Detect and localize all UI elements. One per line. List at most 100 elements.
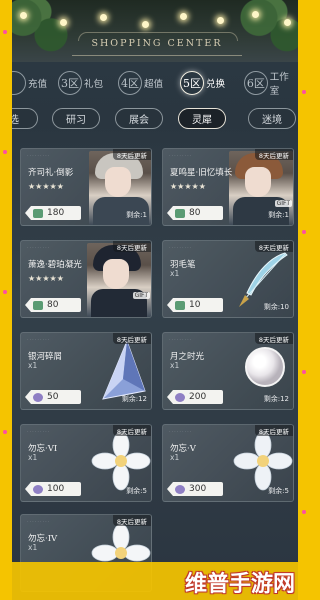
price-tag[interactable]: 10	[167, 298, 223, 312]
card-decoration: ·········	[27, 153, 51, 159]
tab-number: 4区	[118, 71, 142, 95]
tab-label: 充值	[28, 79, 48, 90]
item-quantity: x1	[170, 269, 180, 278]
price-tag[interactable]: 50	[25, 390, 81, 404]
shop-card[interactable]: ········· 月之时光 x1 8天后更新 200 剩余:12	[162, 332, 294, 410]
zone-tabs: 充值 3区 礼包 4区 超值 5区 兑换 6区 工作室	[12, 64, 298, 100]
quill-icon	[239, 252, 288, 307]
tab-label: 兑换	[206, 79, 226, 90]
tab-recharge[interactable]: 充值	[12, 68, 47, 98]
price-tag[interactable]: 180	[25, 206, 81, 220]
remaining-count: 剩余:10	[263, 303, 289, 311]
card-decoration: ·········	[169, 245, 193, 251]
portrait-face	[245, 167, 271, 197]
shop-screen: SHOPPING CENTER 充值 3区 礼包 4区 超值 5区 兑换 6区 …	[12, 0, 298, 600]
tab-label: 工作室	[269, 72, 289, 97]
frame-dot	[302, 370, 306, 374]
refresh-timer: 8天后更新	[112, 333, 151, 344]
portrait-face	[105, 167, 131, 197]
cat-tab-exhibition[interactable]: 展会	[115, 108, 163, 129]
tab-exchange[interactable]: 5区 兑换	[180, 68, 225, 98]
refresh-timer: 8天后更新	[112, 425, 151, 436]
remaining-count: 剩余:12	[263, 395, 289, 403]
watermark-text: 维普手游网	[184, 572, 295, 597]
price-tag[interactable]: 80	[167, 206, 223, 220]
star-rating: ★★★★★	[170, 182, 206, 191]
shop-title: SHOPPING CENTER	[72, 32, 242, 56]
tab-value[interactable]: 4区 超值	[118, 68, 163, 98]
item-quantity: x1	[170, 453, 180, 462]
refresh-timer: 8天后更新	[112, 241, 151, 252]
shop-card[interactable]: ········· 羽毛笔 x1 8天后更新 10 剩余:10	[162, 240, 294, 318]
tab-gift-pack[interactable]: 3区 礼包	[58, 68, 103, 98]
tab-number: 3区	[58, 71, 82, 95]
refresh-timer: 8天后更新	[112, 515, 151, 526]
card-decoration: ·········	[169, 337, 193, 343]
shop-card[interactable]: ········· GIFT 萧逸·碧珀凝光 ★★★★★ 8天后更新 80	[20, 240, 152, 318]
shop-card[interactable]: ········· 勿忘·V x1 8天后更新 300 剩余:5	[162, 424, 294, 502]
diamond-icon	[175, 300, 185, 310]
shop-card[interactable]: ········· GIFT 夏鸣星·旧忆填长 ★★★★★ 8天后更新 80 剩…	[162, 148, 294, 226]
frame-dot	[3, 30, 7, 34]
cat-tab-select[interactable]: 选	[12, 108, 38, 129]
price-tag[interactable]: 100	[25, 482, 81, 496]
price-value: 80	[189, 208, 201, 218]
category-tabs: 选 研习 展会 灵犀 迷境	[12, 108, 298, 130]
white-flower-icon	[233, 431, 293, 491]
price-tag[interactable]: 80	[25, 298, 81, 312]
card-decoration: ·········	[169, 153, 193, 159]
item-quantity: x1	[28, 453, 38, 462]
item-quantity: x1	[28, 543, 38, 552]
gift-badge: GIFT	[132, 292, 150, 299]
refresh-timer: 8天后更新	[112, 149, 151, 160]
pearl-icon	[245, 347, 285, 387]
shop-card[interactable]: ········· 银河碎屑 x1 8天后更新 50 剩余:12	[20, 332, 152, 410]
price-value: 300	[189, 484, 207, 494]
refresh-timer: 8天后更新	[254, 241, 293, 252]
gift-badge: GIFT	[274, 200, 292, 207]
refresh-timer: 8天后更新	[254, 149, 293, 160]
star-rating: ★★★★★	[28, 274, 64, 283]
item-quantity: x1	[28, 361, 38, 370]
tab-label: 礼包	[84, 79, 104, 90]
character-portrait: GIFT	[87, 243, 151, 317]
price-value: 200	[189, 392, 207, 402]
card-decoration: ·········	[27, 429, 51, 435]
frame-dot	[3, 150, 7, 154]
diamond-icon	[175, 208, 185, 218]
frame-dot	[302, 510, 306, 514]
tab-label: 超值	[144, 79, 164, 90]
frame-dot	[3, 430, 7, 434]
remaining-count: 剩余:1	[126, 211, 147, 219]
shop-card[interactable]: ········· 齐司礼·倒影 ★★★★★ 8天后更新 180 剩余:1	[20, 148, 152, 226]
price-value: 100	[47, 484, 65, 494]
diamond-icon	[33, 300, 43, 310]
cat-tab-maze[interactable]: 迷境	[248, 108, 296, 129]
star-coin-icon	[33, 484, 43, 494]
tab-studio[interactable]: 6区 工作室	[244, 68, 298, 98]
tab-number: 5区	[180, 71, 204, 95]
item-name: 齐司礼·倒影	[28, 168, 74, 178]
frame-dot	[302, 90, 306, 94]
portrait-face	[103, 259, 129, 289]
cat-tab-lingxi[interactable]: 灵犀	[178, 108, 226, 129]
cat-tab-study[interactable]: 研习	[52, 108, 100, 129]
crystal-shard-icon	[102, 339, 146, 400]
item-name: 萧逸·碧珀凝光	[28, 260, 82, 270]
star-coin-icon	[33, 392, 43, 402]
refresh-timer: 8天后更新	[254, 333, 293, 344]
shop-banner: SHOPPING CENTER	[12, 0, 298, 62]
price-value: 10	[189, 300, 201, 310]
tab-number	[12, 71, 26, 95]
price-value: 180	[47, 208, 65, 218]
price-value: 50	[47, 392, 59, 402]
card-decoration: ·········	[169, 429, 193, 435]
shop-card[interactable]: ········· 勿忘·VI x1 8天后更新 100 剩余:5	[20, 424, 152, 502]
price-tag[interactable]: 300	[167, 482, 223, 496]
card-decoration: ·········	[27, 337, 51, 343]
frame-dot	[302, 230, 306, 234]
remaining-count: 剩余:5	[268, 487, 289, 495]
price-tag[interactable]: 200	[167, 390, 223, 404]
price-value: 80	[47, 300, 59, 310]
remaining-count: 剩余:5	[126, 487, 147, 495]
